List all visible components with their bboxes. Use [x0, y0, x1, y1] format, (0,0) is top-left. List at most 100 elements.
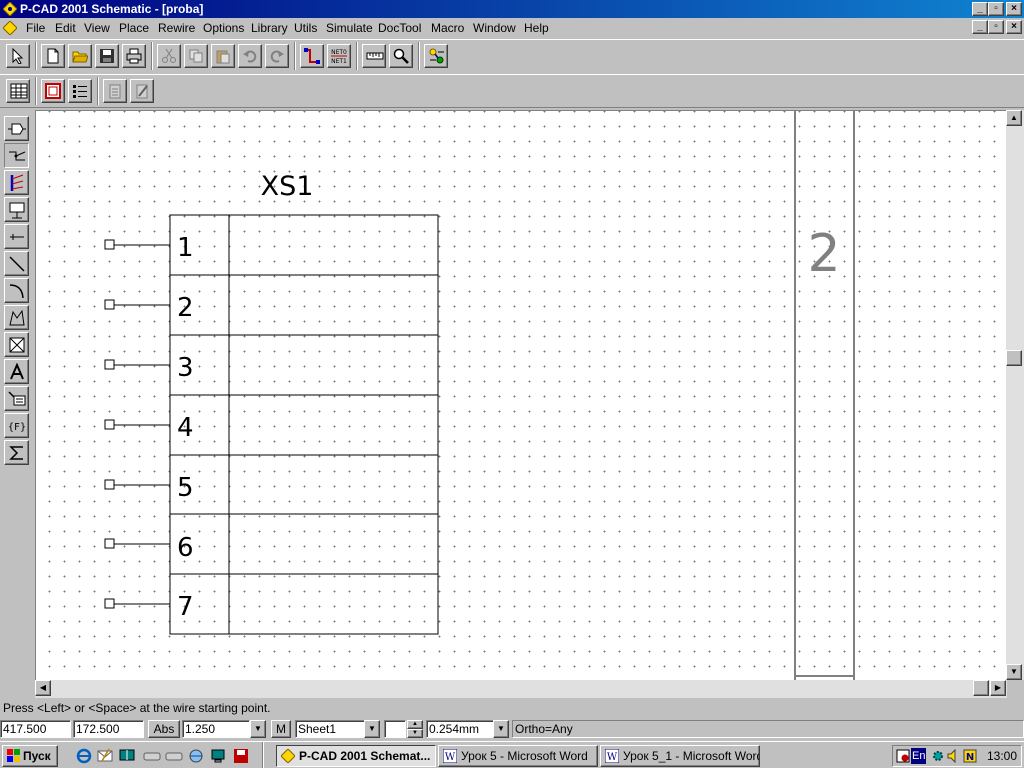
maximize-button[interactable]: ▫: [988, 2, 1004, 16]
sheet-frame-button[interactable]: [41, 79, 65, 103]
schematic-canvas[interactable]: XS1 1 2 3 4 5 6 7 2: [35, 110, 1007, 680]
place-part-tool[interactable]: [4, 116, 29, 141]
print-button[interactable]: [122, 44, 146, 68]
pin-5[interactable]: 5: [104, 473, 194, 503]
select-button[interactable]: [6, 44, 30, 68]
clock[interactable]: 13:00: [987, 749, 1017, 763]
document-icon[interactable]: [3, 21, 17, 35]
scroll-down-button[interactable]: ▼: [1006, 664, 1022, 680]
open-button[interactable]: [68, 44, 92, 68]
menu-window[interactable]: Window: [473, 21, 516, 35]
place-field-tool[interactable]: {F}: [4, 413, 29, 438]
menu-doctool[interactable]: DocTool: [378, 21, 421, 35]
horizontal-scroll-thumb[interactable]: [973, 680, 989, 696]
abs-toggle-button[interactable]: Abs: [148, 720, 180, 738]
scroll-left-button[interactable]: ◀: [35, 680, 51, 696]
place-port-tool[interactable]: [4, 197, 29, 222]
menu-place[interactable]: Place: [119, 21, 149, 35]
antivirus-icon[interactable]: N: [963, 749, 977, 763]
place-arc-tool[interactable]: [4, 278, 29, 303]
task-word-lesson5[interactable]: W Урок 5 - Microsoft Word: [438, 745, 598, 767]
redo-button[interactable]: [265, 44, 289, 68]
doc-minimize-button[interactable]: _: [972, 20, 988, 34]
menu-utils[interactable]: Utils: [294, 21, 317, 35]
menu-file[interactable]: File: [26, 21, 45, 35]
ie-icon[interactable]: [76, 748, 92, 764]
cut-button[interactable]: [157, 44, 181, 68]
pin-4[interactable]: 4: [104, 413, 194, 443]
y-coordinate-field[interactable]: 172.500: [73, 720, 144, 738]
zoom-button[interactable]: [389, 44, 413, 68]
new-button[interactable]: [41, 44, 65, 68]
save-button[interactable]: [95, 44, 119, 68]
zoom-select[interactable]: 1.250: [182, 720, 250, 738]
place-wire-tool[interactable]: [4, 143, 29, 168]
list-button[interactable]: [68, 79, 92, 103]
title-bar[interactable]: P-CAD 2001 Schematic - [proba] _ ▫ ×: [0, 0, 1024, 18]
menu-library[interactable]: Library: [251, 21, 288, 35]
horizontal-scrollbar[interactable]: ◀ ▶: [35, 680, 1007, 698]
place-wire-button[interactable]: [300, 44, 324, 68]
pin-1[interactable]: 1: [104, 233, 194, 263]
gear-icon[interactable]: [931, 749, 945, 763]
ref-designator[interactable]: XS1: [261, 171, 314, 202]
network-icon[interactable]: [188, 748, 204, 764]
close-button[interactable]: ×: [1006, 2, 1022, 16]
x-coordinate-field[interactable]: 417.500: [0, 720, 71, 738]
computer-icon[interactable]: [210, 748, 226, 764]
doc-restore-button[interactable]: ▫: [988, 20, 1004, 34]
show-desktop-icon[interactable]: [119, 748, 135, 764]
simulate-button[interactable]: [424, 44, 448, 68]
menu-macro[interactable]: Macro: [431, 21, 464, 35]
sheet-select[interactable]: Sheet1: [295, 720, 365, 738]
menu-rewire[interactable]: Rewire: [158, 21, 195, 35]
minimize-button[interactable]: _: [972, 2, 988, 16]
report-button[interactable]: [103, 79, 127, 103]
menu-edit[interactable]: Edit: [55, 21, 76, 35]
vertical-scroll-thumb[interactable]: [1006, 350, 1022, 366]
language-indicator[interactable]: En: [911, 748, 927, 764]
task-word-lesson5-1[interactable]: W Урок 5_1 - Microsoft Word: [600, 745, 760, 767]
layer-color-box[interactable]: [384, 720, 406, 738]
measure-button[interactable]: [362, 44, 386, 68]
line-width-dropdown-arrow[interactable]: ▼: [493, 720, 509, 738]
drive-icon-2[interactable]: [165, 748, 183, 764]
pin-7[interactable]: 7: [104, 592, 194, 622]
place-sum-tool[interactable]: [4, 440, 29, 465]
start-button[interactable]: Пуск: [2, 745, 58, 767]
task-pcad[interactable]: P-CAD 2001 Schemat...: [276, 745, 436, 767]
menu-view[interactable]: View: [84, 21, 110, 35]
place-polygon-tool[interactable]: [4, 305, 29, 330]
table-button[interactable]: [6, 79, 30, 103]
pin-6[interactable]: 6: [104, 533, 194, 563]
spin-down-button[interactable]: ▼: [407, 729, 423, 738]
copy-button[interactable]: [184, 44, 208, 68]
pin-3[interactable]: 3: [104, 353, 194, 383]
spin-up-button[interactable]: ▲: [407, 720, 423, 729]
scroll-up-button[interactable]: ▲: [1006, 110, 1022, 126]
place-pin-tool[interactable]: [4, 224, 29, 249]
drive-icon[interactable]: [143, 748, 161, 764]
menu-help[interactable]: Help: [524, 21, 549, 35]
schematic-drawing[interactable]: XS1 1 2 3 4 5 6 7 2: [36, 111, 1007, 680]
net-rename-button[interactable]: NET0 NET1: [327, 44, 351, 68]
doc-close-button[interactable]: ×: [1006, 20, 1022, 34]
vertical-scrollbar[interactable]: ▲ ▼: [1006, 110, 1024, 680]
speaker-icon[interactable]: [947, 749, 961, 763]
outlook-express-icon[interactable]: [97, 748, 113, 764]
paste-button[interactable]: [211, 44, 235, 68]
place-attribute-tool[interactable]: [4, 386, 29, 411]
pin-2[interactable]: 2: [104, 293, 194, 323]
place-line-tool[interactable]: [4, 251, 29, 276]
place-text-tool[interactable]: [4, 359, 29, 384]
floppy-icon[interactable]: [233, 748, 249, 764]
line-width-select[interactable]: 0.254mm: [426, 720, 494, 738]
scheduler-icon[interactable]: [896, 749, 910, 763]
report-edit-button[interactable]: [130, 79, 154, 103]
place-field-box-tool[interactable]: [4, 332, 29, 357]
zoom-dropdown-arrow[interactable]: ▼: [250, 720, 266, 738]
menu-simulate[interactable]: Simulate: [326, 21, 373, 35]
menu-options[interactable]: Options: [203, 21, 244, 35]
m-toggle-button[interactable]: M: [271, 720, 291, 738]
sheet-dropdown-arrow[interactable]: ▼: [364, 720, 380, 738]
